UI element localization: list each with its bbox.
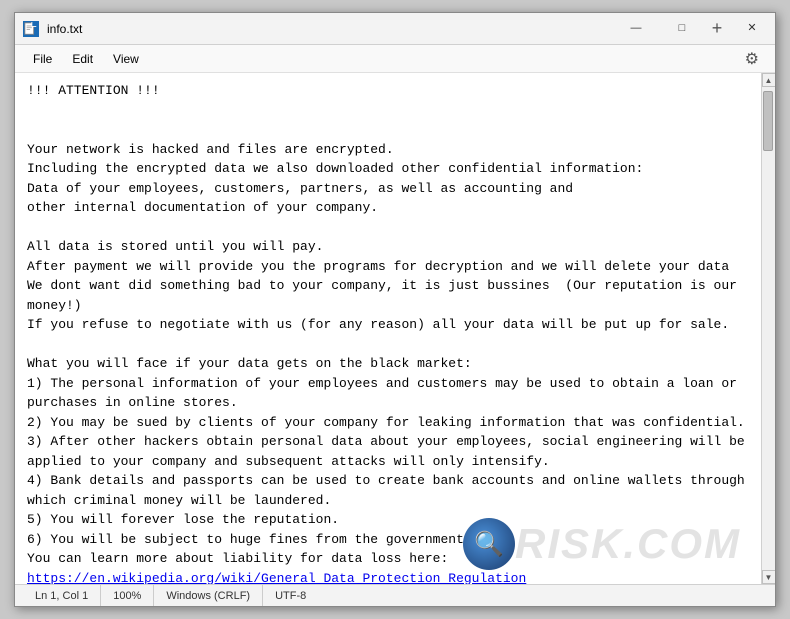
status-encoding: UTF-8 bbox=[263, 585, 318, 606]
titlebar-controls: — □ + ✕ bbox=[613, 13, 775, 45]
content-area: !!! ATTENTION !!! Your network is hacked… bbox=[15, 73, 775, 584]
menu-view[interactable]: View bbox=[103, 48, 149, 70]
scrollbar[interactable]: ▲ ▼ bbox=[761, 73, 775, 584]
status-line-ending: Windows (CRLF) bbox=[154, 585, 263, 606]
titlebar: info.txt — □ + ✕ bbox=[15, 13, 775, 45]
url-link[interactable]: https://en.wikipedia.org/wiki/General_Da… bbox=[27, 571, 526, 585]
scroll-up-arrow[interactable]: ▲ bbox=[762, 73, 776, 87]
titlebar-title: info.txt bbox=[47, 22, 82, 36]
scrollbar-track[interactable] bbox=[762, 87, 775, 570]
menu-file[interactable]: File bbox=[23, 48, 62, 70]
scroll-down-arrow[interactable]: ▼ bbox=[762, 570, 776, 584]
menu-edit[interactable]: Edit bbox=[62, 48, 103, 70]
scrollbar-thumb[interactable] bbox=[763, 91, 773, 151]
maximize-button[interactable]: □ bbox=[659, 13, 705, 45]
settings-icon[interactable]: ⚙ bbox=[737, 45, 767, 73]
status-zoom: 100% bbox=[101, 585, 154, 606]
close-button[interactable]: ✕ bbox=[729, 13, 775, 45]
menubar: File Edit View ⚙ bbox=[15, 45, 775, 73]
notepad-window: info.txt — □ + ✕ File Edit View ⚙ !!! AT… bbox=[14, 12, 776, 607]
text-editor[interactable]: !!! ATTENTION !!! Your network is hacked… bbox=[15, 73, 761, 584]
minimize-button[interactable]: — bbox=[613, 13, 659, 45]
notepad-icon bbox=[23, 21, 39, 37]
statusbar: Ln 1, Col 1 100% Windows (CRLF) UTF-8 bbox=[15, 584, 775, 606]
titlebar-left: info.txt bbox=[23, 21, 82, 37]
new-tab-button[interactable]: + bbox=[705, 13, 729, 45]
status-position: Ln 1, Col 1 bbox=[23, 585, 101, 606]
